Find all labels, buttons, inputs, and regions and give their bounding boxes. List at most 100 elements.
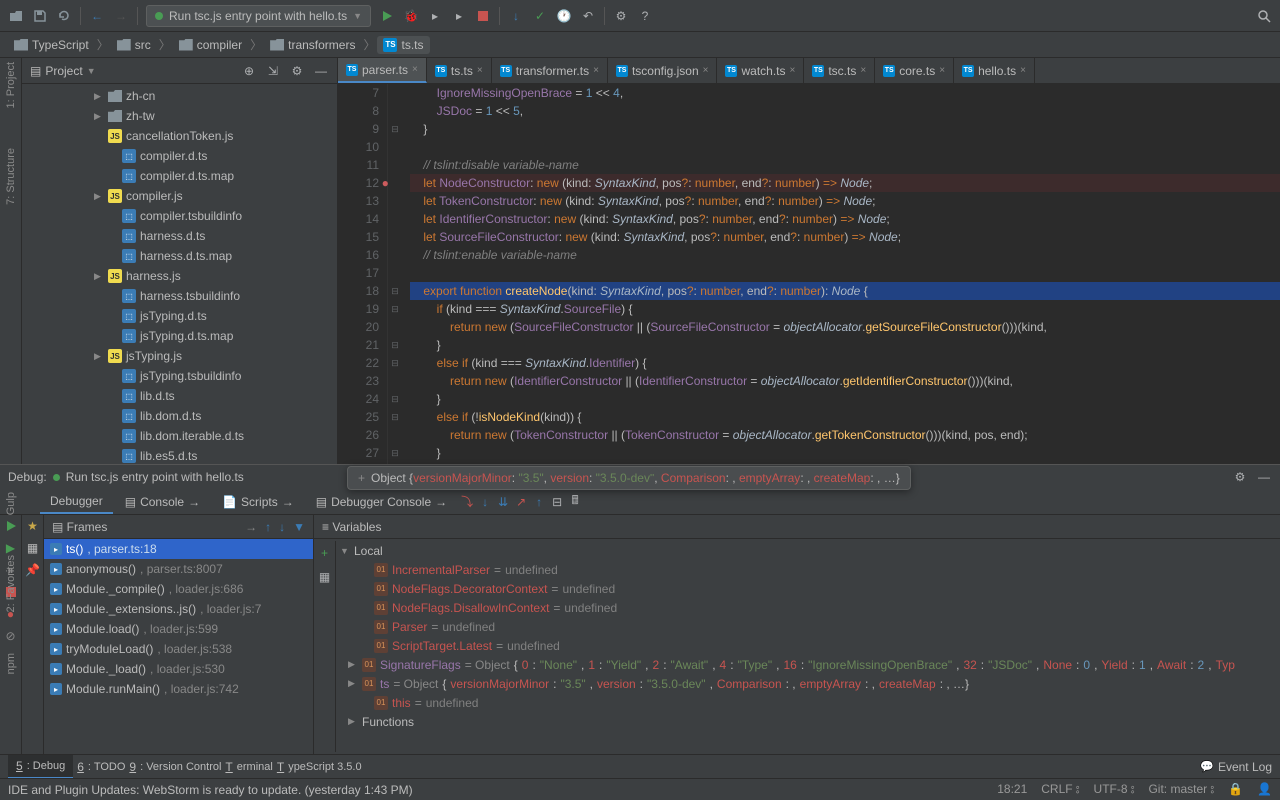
tree-item[interactable]: ⬚lib.dom.d.ts — [22, 406, 337, 426]
status-position[interactable]: 18:21 — [997, 782, 1027, 797]
variable-row[interactable]: ▼Local — [336, 541, 1280, 560]
tab-close-icon[interactable]: × — [703, 65, 709, 76]
breadcrumb-item[interactable]: compiler — [173, 36, 248, 54]
stack-frame[interactable]: ▸Module._compile(), loader.js:686 — [44, 579, 313, 599]
expand-all-icon[interactable]: ⇲ — [265, 63, 281, 79]
back-icon[interactable]: ← — [89, 8, 105, 24]
variable-row[interactable]: ▶01ts = Object {versionMajorMinor: "3.5"… — [336, 674, 1280, 693]
editor-tab[interactable]: TShello.ts× — [954, 58, 1035, 83]
sidebar-title[interactable]: ▤Project▼ — [30, 64, 235, 78]
hide-icon[interactable]: — — [313, 63, 329, 79]
hector-icon[interactable]: 👤 — [1257, 782, 1272, 797]
force-step-into-icon[interactable]: ⇊ — [495, 494, 511, 510]
bottom-tab[interactable]: Terminal — [225, 760, 272, 774]
search-icon[interactable] — [1256, 8, 1272, 24]
bottom-tab[interactable]: 5: Debug — [8, 755, 73, 779]
rail-project-tab[interactable]: 1: Project — [5, 62, 17, 108]
tab-close-icon[interactable]: × — [412, 64, 418, 75]
variable-row[interactable]: 01NodeFlags.DecoratorContext = undefined — [336, 579, 1280, 598]
forward-icon[interactable]: → — [113, 8, 129, 24]
coverage-icon[interactable]: ▸ — [427, 8, 443, 24]
event-log-tab[interactable]: 💬 Event Log — [1200, 760, 1272, 774]
profile-icon[interactable]: ▸ — [451, 8, 467, 24]
show-libs-icon[interactable]: ▦ — [317, 569, 333, 585]
variable-row[interactable]: 01Parser = undefined — [336, 617, 1280, 636]
status-eol[interactable]: CRLF ⦂ — [1041, 782, 1079, 797]
tab-close-icon[interactable]: × — [593, 65, 599, 76]
debug-icon[interactable]: 🐞 — [403, 8, 419, 24]
stack-frame[interactable]: ▸ts(), parser.ts:18 — [44, 539, 313, 559]
tree-item[interactable]: ▶JSjsTyping.js — [22, 346, 337, 366]
stack-frame[interactable]: ▸Module._extensions..js(), loader.js:7 — [44, 599, 313, 619]
step-out-icon[interactable]: ↗ — [513, 494, 529, 510]
breadcrumb-item[interactable]: TypeScript — [8, 36, 95, 54]
editor-tab[interactable]: TScore.ts× — [875, 58, 954, 83]
debug-value-tooltip[interactable]: + Object {versionMajorMinor: "3.5", vers… — [347, 466, 911, 490]
editor-tab[interactable]: TStsconfig.json× — [608, 58, 718, 83]
tab-close-icon[interactable]: × — [790, 65, 796, 76]
tree-item[interactable]: ▶JScompiler.js — [22, 186, 337, 206]
tree-item[interactable]: ⬚harness.d.ts.map — [22, 246, 337, 266]
variable-row[interactable]: 01ScriptTarget.Latest = undefined — [336, 636, 1280, 655]
step-over-icon[interactable]: ⤵ — [459, 494, 475, 510]
open-icon[interactable] — [8, 8, 24, 24]
step-into-icon[interactable]: ↓ — [477, 494, 493, 510]
rail-structure-tab[interactable]: 7: Structure — [5, 148, 17, 205]
tree-item[interactable]: ⬚jsTyping.d.ts — [22, 306, 337, 326]
run-icon[interactable] — [379, 8, 395, 24]
vcs-commit-icon[interactable]: ✓ — [532, 8, 548, 24]
breadcrumb-item[interactable]: TSts.ts — [377, 36, 429, 54]
rail-gulp-tab[interactable]: Gulp — [5, 492, 17, 515]
rail-npm-tab[interactable]: npm — [5, 653, 17, 674]
prev-frame-icon[interactable]: ↑ — [265, 520, 271, 534]
tab-close-icon[interactable]: × — [477, 65, 483, 76]
run-to-cursor-icon[interactable]: ↑ — [531, 494, 547, 510]
plus-icon[interactable]: + — [358, 471, 365, 485]
debugger-tab[interactable]: Debugger — [40, 490, 113, 514]
stack-frame[interactable]: ▸Module.runMain(), loader.js:742 — [44, 679, 313, 699]
favorites-icon[interactable]: ★ — [26, 519, 40, 533]
pin-icon[interactable]: 📌 — [26, 563, 40, 577]
variable-row[interactable]: ▶Functions — [336, 712, 1280, 731]
next-frame-icon[interactable]: ↓ — [279, 520, 285, 534]
variable-row[interactable]: ▶01SignatureFlags = Object {0: "None", 1… — [336, 655, 1280, 674]
tree-item[interactable]: ⬚harness.d.ts — [22, 226, 337, 246]
stack-frame[interactable]: ▸Module.load(), loader.js:599 — [44, 619, 313, 639]
vcs-history-icon[interactable]: 🕐 — [556, 8, 572, 24]
tree-item[interactable]: JScancellationToken.js — [22, 126, 337, 146]
tree-item[interactable]: ⬚compiler.d.ts — [22, 146, 337, 166]
stop-icon[interactable] — [475, 8, 491, 24]
variable-row[interactable]: 01this = undefined — [336, 693, 1280, 712]
editor-tab[interactable]: TStransformer.ts× — [492, 58, 608, 83]
drop-frame-icon[interactable]: ⊟ — [549, 494, 565, 510]
tree-item[interactable]: ⬚compiler.tsbuildinfo — [22, 206, 337, 226]
scripts-tab[interactable]: 📄 Scripts → — [212, 491, 304, 513]
gear-icon[interactable]: ⚙ — [1232, 469, 1248, 485]
stack-frame[interactable]: ▸tryModuleLoad(), loader.js:538 — [44, 639, 313, 659]
gear-icon[interactable]: ⚙ — [289, 63, 305, 79]
tree-item[interactable]: ⬚jsTyping.tsbuildinfo — [22, 366, 337, 386]
bottom-tab[interactable]: TypeScript 3.5.0 — [277, 760, 362, 774]
debugger-console-tab[interactable]: ▤ Debugger Console → — [306, 491, 457, 513]
tree-item[interactable]: ⬚jsTyping.d.ts.map — [22, 326, 337, 346]
tab-close-icon[interactable]: × — [939, 65, 945, 76]
breadcrumb-item[interactable]: transformers — [264, 36, 361, 54]
editor-tab[interactable]: TSwatch.ts× — [717, 58, 804, 83]
filter-icon[interactable]: ▼ — [293, 520, 305, 534]
hide-icon[interactable]: — — [1256, 469, 1272, 485]
rail-favorites-tab[interactable]: 2: Favorites — [5, 555, 17, 612]
vcs-update-icon[interactable]: ↓ — [508, 8, 524, 24]
tree-item[interactable]: ⬚lib.dom.iterable.d.ts — [22, 426, 337, 446]
evaluate-icon[interactable]: 🖩 — [567, 494, 583, 510]
lock-icon[interactable]: 🔒 — [1228, 782, 1243, 797]
save-icon[interactable] — [32, 8, 48, 24]
stack-frame[interactable]: ▸anonymous(), parser.ts:8007 — [44, 559, 313, 579]
settings-icon[interactable]: ⚙ — [613, 8, 629, 24]
variable-row[interactable]: 01NodeFlags.DisallowInContext = undefine… — [336, 598, 1280, 617]
status-git[interactable]: Git: master ⦂ — [1148, 782, 1214, 797]
breadcrumb-item[interactable]: src — [111, 36, 157, 54]
bottom-tab[interactable]: 9: Version Control — [129, 760, 221, 774]
tree-item[interactable]: ⬚compiler.d.ts.map — [22, 166, 337, 186]
tree-item[interactable]: ▶zh-tw — [22, 106, 337, 126]
refresh-icon[interactable] — [56, 8, 72, 24]
